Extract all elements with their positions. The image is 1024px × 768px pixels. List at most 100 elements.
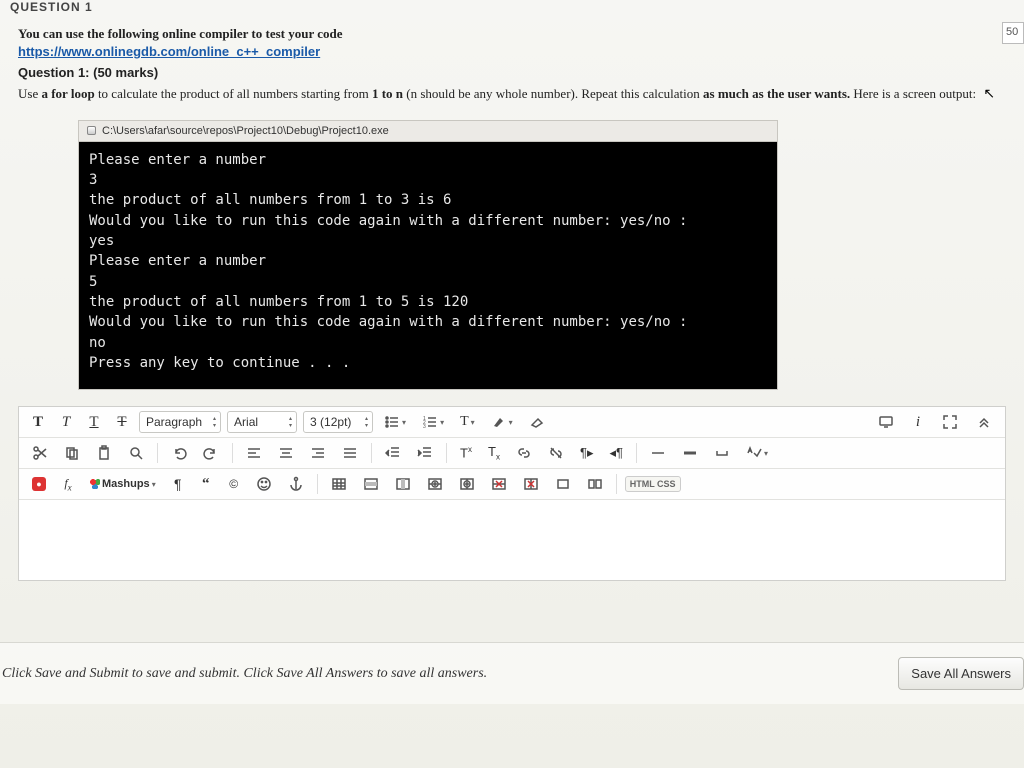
find-button[interactable] xyxy=(123,442,149,464)
question-heading: Question 1: (50 marks) xyxy=(18,65,1006,80)
link-icon xyxy=(516,445,532,461)
hr-thick-button[interactable] xyxy=(677,442,703,464)
preview-button[interactable] xyxy=(873,411,899,433)
table-cell-button[interactable] xyxy=(550,473,576,495)
svg-text:3: 3 xyxy=(423,424,426,430)
unlink-icon xyxy=(548,445,564,461)
clear-format-button[interactable] xyxy=(524,411,550,433)
q-em1: a for loop xyxy=(41,86,94,101)
bold-button[interactable]: T xyxy=(27,411,49,433)
table-insrow-button[interactable] xyxy=(422,473,448,495)
info-button[interactable]: i xyxy=(907,411,929,433)
monitor-icon xyxy=(878,414,894,430)
format-select[interactable]: Paragraph ▴ ▾ xyxy=(139,411,221,433)
chevron-down-icon: ▾ xyxy=(471,418,475,427)
size-select[interactable]: 3 (12pt) ▴ ▾ xyxy=(303,411,373,433)
html-css-button[interactable]: HTML CSS xyxy=(625,476,681,492)
hr-button[interactable] xyxy=(645,442,671,464)
redo-icon xyxy=(203,445,219,461)
divider xyxy=(317,474,318,494)
number-list-button[interactable]: 123▾ xyxy=(417,411,449,433)
highlight-button[interactable]: ▾ xyxy=(486,411,518,433)
table-col-button[interactable] xyxy=(390,473,416,495)
caret-up-icon: ▴ xyxy=(289,415,292,422)
toolbar-row-3: ● fx Mashups▾ ¶ “ © HTML CSS xyxy=(19,469,1005,500)
chevron-up-double-icon xyxy=(976,414,992,430)
cell-icon xyxy=(555,476,571,492)
superscript-button[interactable]: Tx xyxy=(455,442,477,464)
divider xyxy=(232,443,233,463)
fullscreen-icon xyxy=(942,414,958,430)
table-delrow-button[interactable] xyxy=(486,473,512,495)
emoji-button[interactable] xyxy=(251,473,277,495)
toolbar-row-1: T T T T Paragraph ▴ ▾ Arial ▴ ▾ 3 (12pt)… xyxy=(19,407,1005,438)
q-end: Here is a screen output: xyxy=(850,86,976,101)
footer-hint: Click Save and Submit to save and submit… xyxy=(0,666,487,682)
insert-col-icon xyxy=(459,476,475,492)
intro-text: You can use the following online compile… xyxy=(18,24,1006,44)
unlink-button[interactable] xyxy=(543,442,569,464)
mashups-button[interactable]: Mashups▾ xyxy=(85,473,161,495)
rtl-button[interactable]: ◂¶ xyxy=(605,442,629,464)
underline-button[interactable]: T xyxy=(83,411,105,433)
anchor-button[interactable] xyxy=(283,473,309,495)
show-para-button[interactable]: ¶ xyxy=(167,473,189,495)
delete-row-icon xyxy=(491,476,507,492)
italic-button[interactable]: T xyxy=(55,411,77,433)
save-all-answers-button[interactable]: Save All Answers xyxy=(898,657,1024,690)
formula-button[interactable]: fx xyxy=(57,473,79,495)
subscript-button[interactable]: Tx xyxy=(483,442,505,464)
table-delcol-button[interactable] xyxy=(518,473,544,495)
outdent-icon xyxy=(385,445,401,461)
align-center-icon xyxy=(278,445,294,461)
toolbar-row-2: Tx Tx ¶▸ ◂¶ ▾ xyxy=(19,438,1005,469)
q-mid: to calculate the product of all numbers … xyxy=(95,86,372,101)
align-left-button[interactable] xyxy=(241,442,267,464)
copy-button[interactable] xyxy=(59,442,85,464)
ltr-button[interactable]: ¶▸ xyxy=(575,442,599,464)
table-button[interactable] xyxy=(326,473,352,495)
cut-button[interactable] xyxy=(27,442,53,464)
paste-button[interactable] xyxy=(91,442,117,464)
align-left-icon xyxy=(246,445,262,461)
divider xyxy=(616,474,617,494)
table-inscol-button[interactable] xyxy=(454,473,480,495)
indent-button[interactable] xyxy=(412,442,438,464)
editor-textarea[interactable] xyxy=(19,500,1005,580)
outdent-button[interactable] xyxy=(380,442,406,464)
divider xyxy=(636,443,637,463)
smiley-icon xyxy=(256,476,272,492)
table-row-button[interactable] xyxy=(358,473,384,495)
nbsp-button[interactable] xyxy=(709,442,735,464)
blockquote-button[interactable]: “ xyxy=(195,473,217,495)
fullscreen-button[interactable] xyxy=(937,411,963,433)
caret-up-icon: ▴ xyxy=(213,415,216,422)
align-justify-button[interactable] xyxy=(337,442,363,464)
caret-down-icon: ▾ xyxy=(213,422,216,429)
font-value: Arial xyxy=(234,415,258,429)
bullet-list-icon xyxy=(384,414,400,430)
record-button[interactable]: ● xyxy=(27,473,51,495)
undo-button[interactable] xyxy=(166,442,192,464)
mashups-icon xyxy=(90,479,100,489)
text-color-button[interactable]: T▾ xyxy=(455,411,480,433)
align-right-button[interactable] xyxy=(305,442,331,464)
link-button[interactable] xyxy=(511,442,537,464)
spellcheck-button[interactable]: ▾ xyxy=(741,442,773,464)
bullet-list-button[interactable]: ▾ xyxy=(379,411,411,433)
chevron-down-icon: ▾ xyxy=(402,418,406,427)
number-list-icon: 123 xyxy=(422,414,438,430)
align-center-button[interactable] xyxy=(273,442,299,464)
compiler-link[interactable]: https://www.onlinegdb.com/online_c++_com… xyxy=(18,44,320,59)
redo-button[interactable] xyxy=(198,442,224,464)
record-icon: ● xyxy=(32,477,46,491)
collapse-button[interactable] xyxy=(971,411,997,433)
indent-icon xyxy=(417,445,433,461)
strike-button[interactable]: T xyxy=(111,411,133,433)
table-merge-button[interactable] xyxy=(582,473,608,495)
merge-icon xyxy=(587,476,603,492)
font-select[interactable]: Arial ▴ ▾ xyxy=(227,411,297,433)
caret-down-icon: ▾ xyxy=(365,422,368,429)
search-icon xyxy=(128,445,144,461)
copyright-button[interactable]: © xyxy=(223,473,245,495)
